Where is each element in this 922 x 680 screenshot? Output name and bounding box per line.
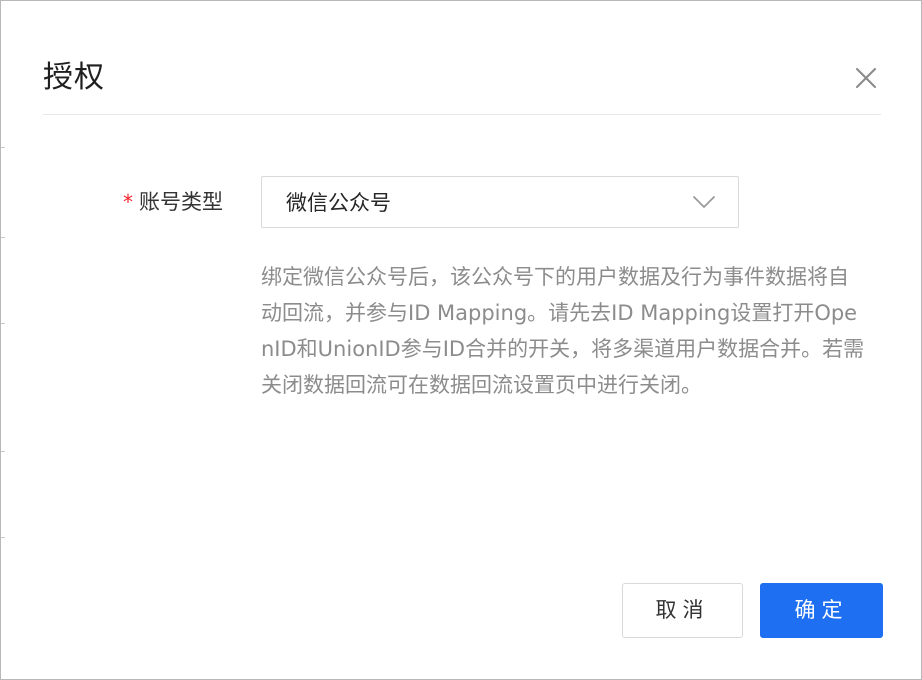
account-type-hint: 绑定微信公众号后，该公众号下的用户数据及行为事件数据将自动回流，并参与ID Ma…: [261, 265, 865, 397]
account-type-label: * 账号类型: [123, 187, 223, 217]
authorize-dialog: 授权 * 账号类型 微信公众号 绑定微信公众号后，该公众号下的用户数据及行为事件数…: [0, 0, 922, 680]
dialog-title: 授权: [43, 60, 105, 95]
dialog-header: 授权: [43, 1, 881, 115]
edge-tick: [1, 147, 5, 148]
required-mark: *: [123, 190, 133, 214]
edge-tick: [1, 237, 5, 238]
edge-tick: [1, 451, 5, 452]
account-type-selected-value: 微信公众号: [286, 191, 391, 215]
cancel-button[interactable]: 取消: [622, 583, 743, 638]
close-icon-graphic: [856, 68, 876, 88]
confirm-button[interactable]: 确定: [760, 583, 883, 638]
edge-tick: [1, 537, 5, 538]
edge-tick: [1, 323, 5, 324]
account-type-select[interactable]: 微信公众号: [261, 176, 739, 228]
close-icon[interactable]: [851, 63, 881, 93]
chevron-down-icon: [692, 193, 716, 211]
account-type-label-text: 账号类型: [139, 190, 223, 214]
